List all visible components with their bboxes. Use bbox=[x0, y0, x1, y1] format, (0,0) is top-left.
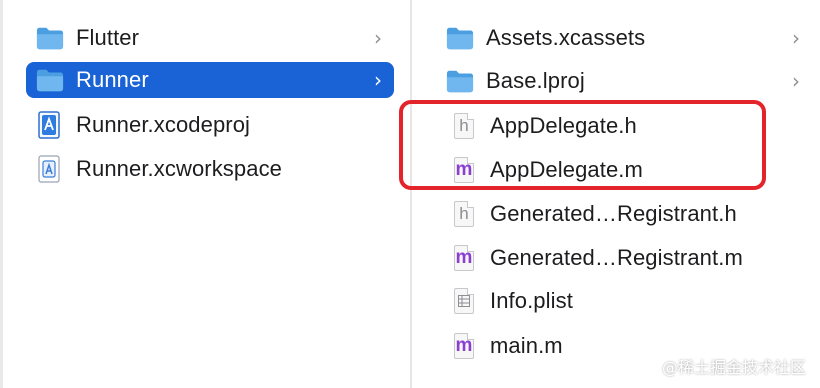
right-item-assets[interactable]: Assets.xcassets › bbox=[446, 20, 800, 56]
column-edge bbox=[0, 0, 3, 388]
right-item-label: Assets.xcassets bbox=[486, 25, 646, 50]
left-item-xcworkspace[interactable]: Runner.xcworkspace bbox=[36, 151, 394, 187]
right-item-registrant-m[interactable]: m Generated…Registrant.m bbox=[450, 240, 820, 276]
left-item-label: Runner.xcodeproj bbox=[76, 112, 251, 137]
right-item-label: Generated…Registrant.h bbox=[490, 201, 737, 226]
left-item-label: Flutter bbox=[76, 25, 140, 50]
right-item-info-plist[interactable]: Info.plist bbox=[450, 283, 800, 319]
parent-column: Flutter › Runner › Runner.xcodeproj Runn… bbox=[0, 0, 410, 388]
chevron-right-icon: › bbox=[792, 26, 800, 50]
folder-icon bbox=[36, 24, 64, 52]
objc-source-file-icon: m bbox=[450, 332, 478, 360]
chevron-right-icon: › bbox=[374, 26, 382, 50]
right-item-label: Info.plist bbox=[490, 288, 573, 313]
right-item-registrant-h[interactable]: h Generated…Registrant.h bbox=[450, 196, 820, 232]
left-item-label: Runner.xcworkspace bbox=[76, 156, 283, 181]
child-column: Assets.xcassets › Base.lproj › h AppDele… bbox=[412, 0, 820, 388]
folder-icon bbox=[446, 67, 474, 95]
header-file-icon: h bbox=[450, 200, 478, 228]
annotation-highlight-box bbox=[399, 100, 766, 190]
right-item-base-lproj[interactable]: Base.lproj › bbox=[446, 63, 800, 99]
right-item-label: Generated…Registrant.m bbox=[490, 245, 743, 270]
right-item-label: Base.lproj bbox=[486, 68, 585, 93]
plist-file-icon bbox=[450, 287, 478, 315]
left-item-label: Runner bbox=[76, 67, 149, 92]
objc-source-file-icon: m bbox=[450, 244, 478, 272]
folder-icon bbox=[36, 66, 64, 94]
folder-icon bbox=[446, 24, 474, 52]
left-item-runner[interactable]: Runner › bbox=[26, 62, 394, 98]
watermark: @稀土掘金技术社区 bbox=[661, 358, 806, 377]
left-item-xcodeproj[interactable]: Runner.xcodeproj bbox=[36, 107, 394, 143]
xcworkspace-icon bbox=[36, 155, 64, 183]
left-item-flutter[interactable]: Flutter › bbox=[36, 20, 394, 56]
chevron-right-icon: › bbox=[374, 68, 382, 92]
xcodeproj-icon bbox=[36, 111, 64, 139]
chevron-right-icon: › bbox=[792, 69, 800, 93]
right-item-label: main.m bbox=[490, 333, 563, 358]
